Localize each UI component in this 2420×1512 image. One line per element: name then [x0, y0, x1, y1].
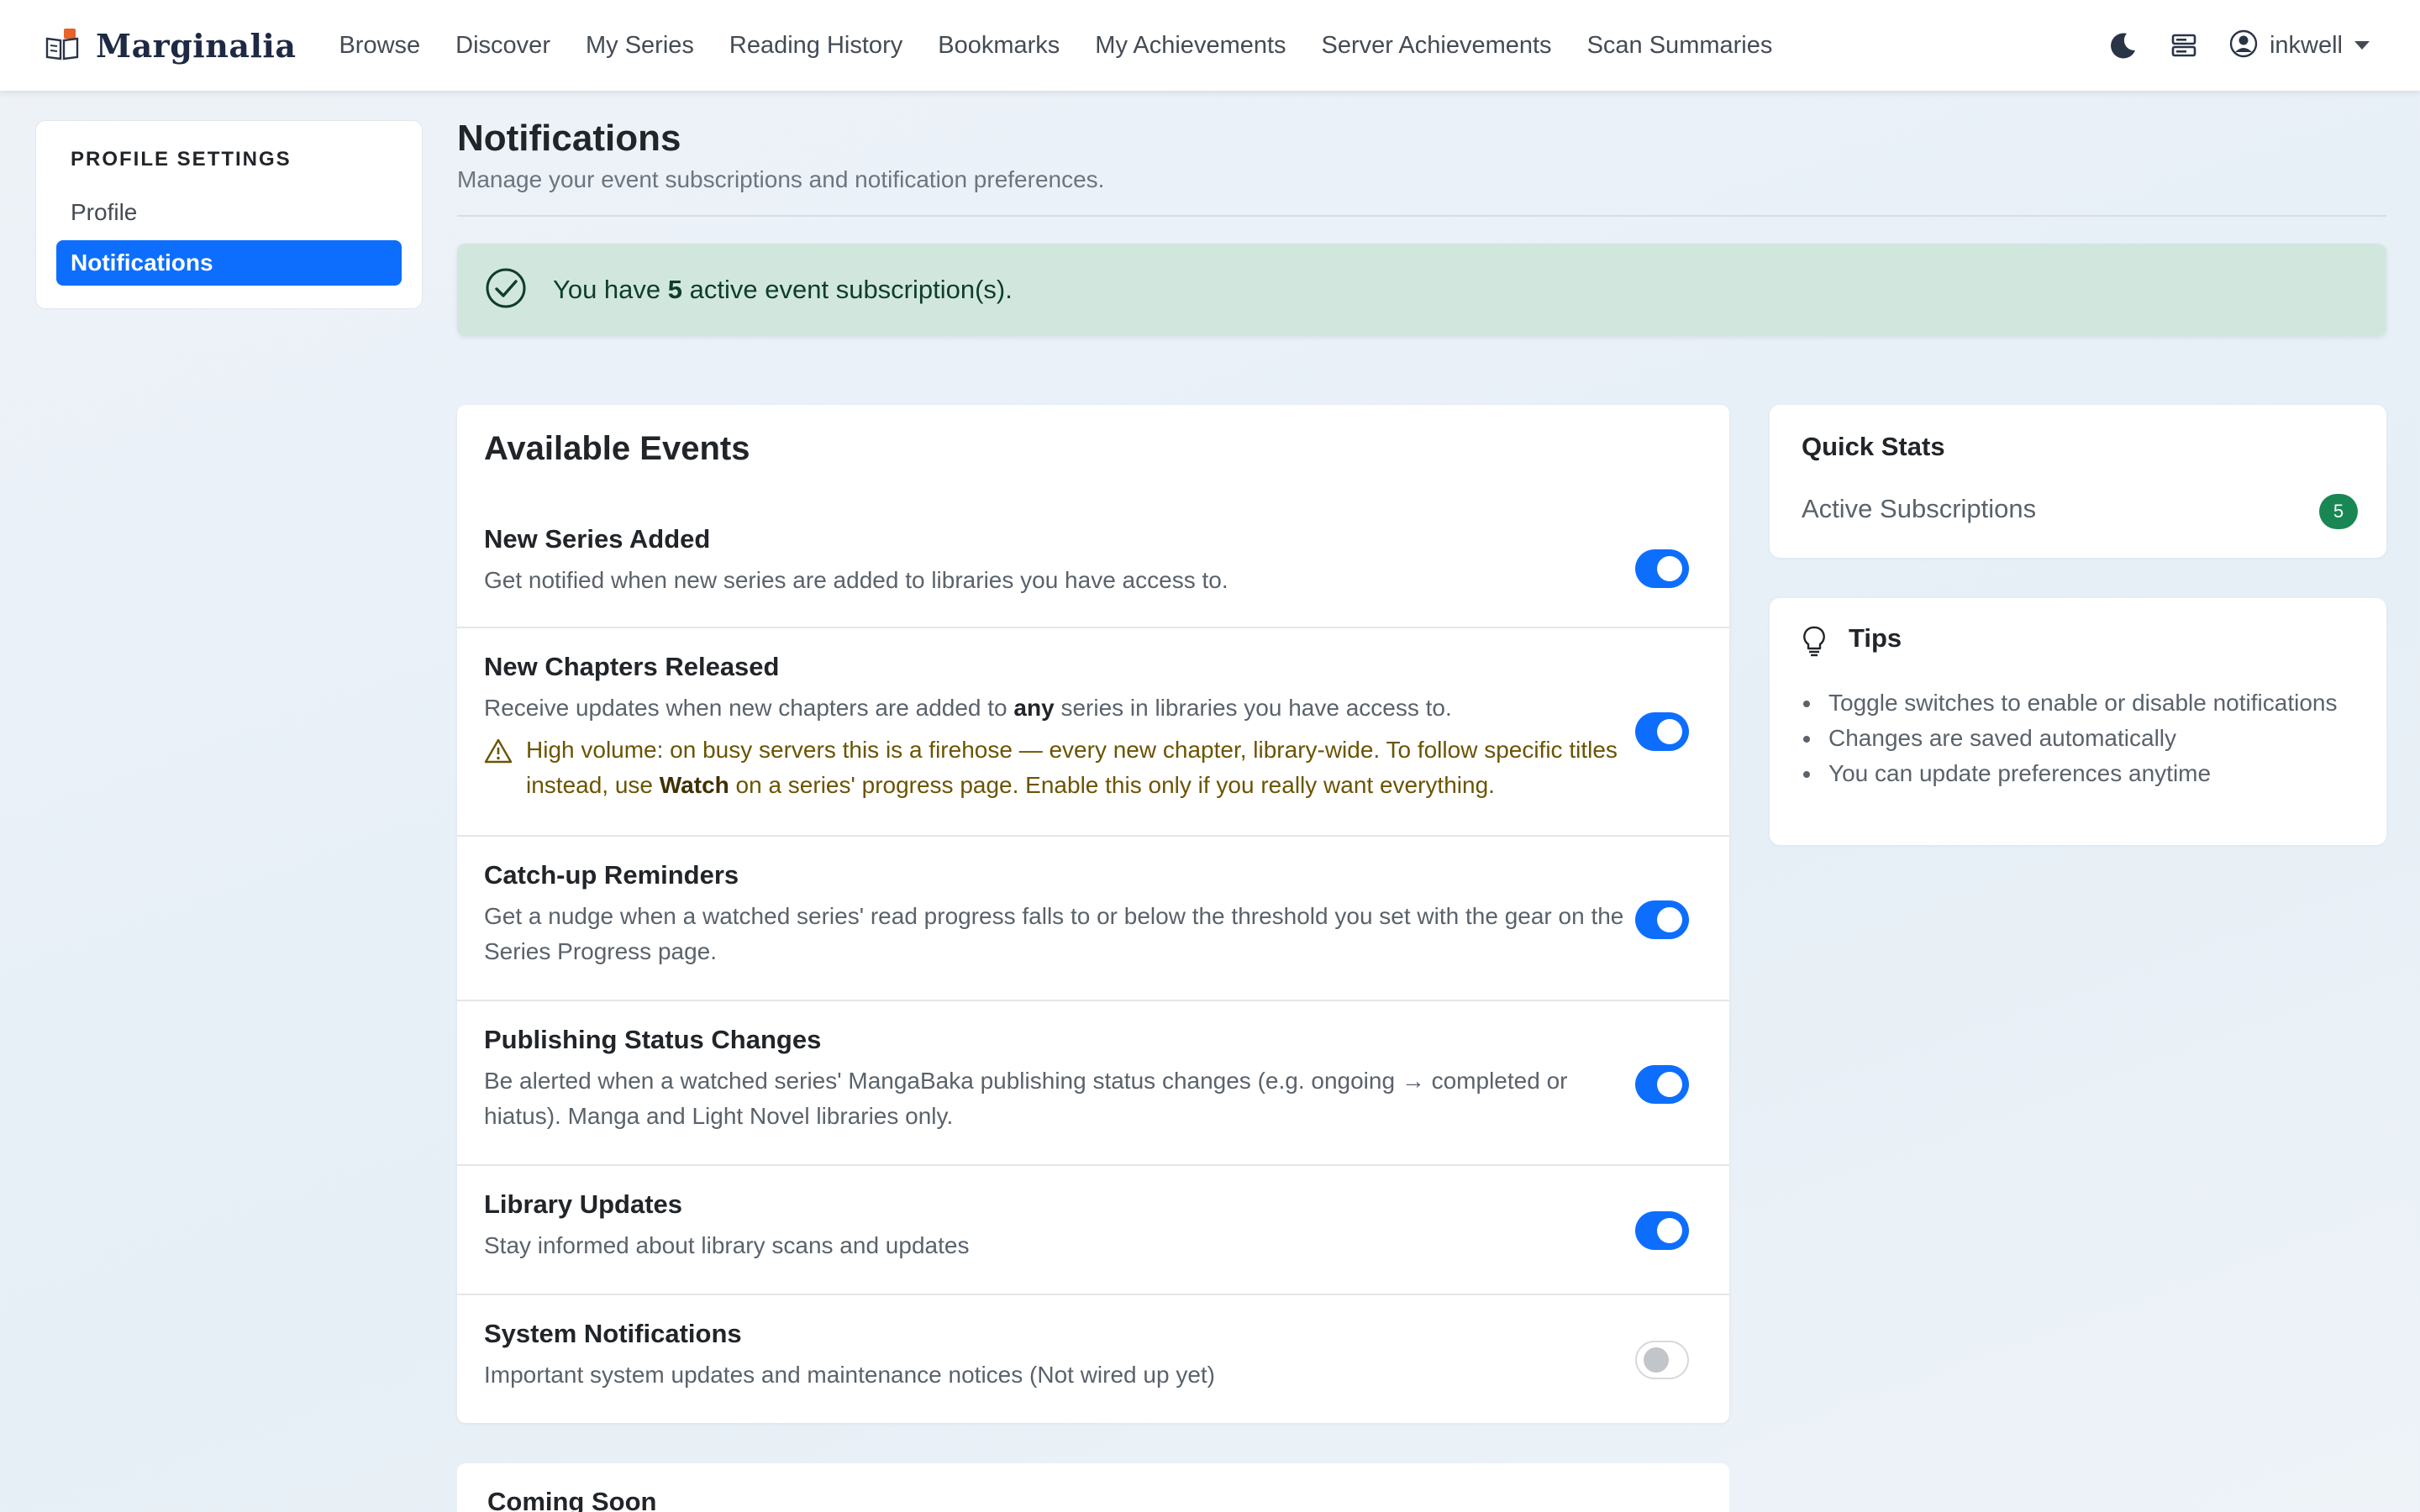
available-events-card: Available Events New Series Added Get no… — [457, 405, 1729, 1423]
profile-settings-sidebar: PROFILE SETTINGS Profile Notifications — [35, 120, 423, 309]
sidebar-title: PROFILE SETTINGS — [71, 148, 292, 171]
moon-icon[interactable] — [2108, 30, 2139, 60]
event-description: Receive updates when new chapters are ad… — [484, 695, 1452, 721]
event-description: Stay informed about library scans and up… — [484, 1232, 970, 1258]
warning-text: High volume: on busy servers this is a f… — [526, 737, 1618, 798]
nav-link-bookmarks[interactable]: Bookmarks — [938, 32, 1060, 60]
sidebar-item-profile[interactable]: Profile — [56, 190, 402, 235]
server-icon[interactable] — [2170, 32, 2197, 59]
check-circle-icon — [484, 266, 528, 314]
nav-link-discover[interactable]: Discover — [455, 32, 550, 60]
nav-link-my-series[interactable]: My Series — [586, 32, 694, 60]
subscription-alert: You have 5 active event subscription(s). — [457, 244, 2386, 336]
toggle-system-notifications[interactable] — [1635, 1341, 1689, 1379]
toggle-new-series-added[interactable] — [1635, 549, 1689, 588]
toggle-library-updates[interactable] — [1635, 1211, 1689, 1250]
tips-title: Tips — [1849, 623, 1902, 653]
book-icon — [44, 27, 81, 64]
event-new-series-added: New Series Added Get notified when new s… — [457, 506, 1729, 632]
coming-soon-title: Coming Soon — [487, 1487, 657, 1512]
event-publishing-status-changes: Publishing Status Changes Be alerted whe… — [457, 1000, 1729, 1166]
alert-count: 5 — [667, 275, 683, 304]
nav-link-server-achievements[interactable]: Server Achievements — [1322, 32, 1552, 60]
nav-link-reading-history[interactable]: Reading History — [729, 32, 902, 60]
user-circle-icon — [2229, 29, 2258, 62]
event-catch-up-reminders: Catch-up Reminders Get a nudge when a wa… — [457, 835, 1729, 1001]
events-title: Available Events — [484, 430, 750, 467]
tips-list: Toggle switches to enable or disable not… — [1802, 685, 2337, 791]
event-title: Library Updates — [484, 1189, 683, 1219]
page-header: Notifications Manage your event subscrip… — [457, 118, 2386, 193]
nav-link-my-achievements[interactable]: My Achievements — [1095, 32, 1286, 60]
event-title: System Notifications — [484, 1319, 742, 1348]
event-title: New Series Added — [484, 524, 711, 554]
top-navbar: Marginalia Browse Discover My Series Rea… — [0, 0, 2420, 91]
tips-card: Tips Toggle switches to enable or disabl… — [1770, 598, 2386, 845]
lightbulb-icon — [1800, 625, 1828, 663]
active-subscriptions-label: Active Subscriptions — [1802, 494, 2037, 523]
page-subtitle: Manage your event subscriptions and noti… — [457, 166, 1105, 192]
event-system-notifications: System Notifications Important system up… — [457, 1294, 1729, 1423]
nav-right: inkwell — [2076, 0, 2370, 91]
high-volume-warning: High volume: on busy servers this is a f… — [484, 732, 1660, 803]
event-description: Get a nudge when a watched series' read … — [484, 903, 1624, 964]
quick-stats-title: Quick Stats — [1802, 432, 1945, 461]
toggle-new-chapters-released[interactable] — [1635, 712, 1689, 751]
tip-item: Changes are saved automatically — [1802, 721, 2337, 756]
event-title: Catch-up Reminders — [484, 860, 739, 890]
active-subscriptions-badge: 5 — [2319, 494, 2358, 529]
event-new-chapters-released: New Chapters Released Receive updates wh… — [457, 627, 1729, 837]
user-menu[interactable]: inkwell — [2229, 29, 2370, 62]
event-description: Get notified when new series are added t… — [484, 567, 1228, 593]
tip-item: Toggle switches to enable or disable not… — [1802, 685, 2337, 721]
quick-stats-card: Quick Stats Active Subscriptions — [1770, 405, 2386, 558]
page-title: Notifications — [457, 118, 681, 159]
alert-text: You have 5 active event subscription(s). — [553, 275, 1013, 304]
nav-link-scan-summaries[interactable]: Scan Summaries — [1587, 32, 1773, 60]
sidebar-item-notifications[interactable]: Notifications — [56, 240, 402, 286]
coming-soon-card: Coming Soon — [457, 1463, 1729, 1512]
warning-triangle-icon — [484, 738, 513, 803]
toggle-catch-up-reminders[interactable] — [1635, 900, 1689, 939]
tip-item: You can update preferences anytime — [1802, 756, 2337, 791]
event-library-updates: Library Updates Stay informed about libr… — [457, 1164, 1729, 1295]
event-title: New Chapters Released — [484, 652, 780, 681]
event-title: Publishing Status Changes — [484, 1025, 822, 1054]
nav-links: Browse Discover My Series Reading Histor… — [321, 32, 1790, 60]
brand[interactable]: Marginalia — [44, 27, 296, 65]
event-description: Important system updates and maintenance… — [484, 1362, 1215, 1388]
toggle-publishing-status-changes[interactable] — [1635, 1065, 1689, 1104]
chevron-down-icon — [2354, 41, 2370, 50]
brand-name: Marginalia — [96, 26, 297, 65]
nav-link-browse[interactable]: Browse — [339, 32, 420, 60]
header-divider — [457, 215, 2386, 217]
event-description: Be alerted when a watched series' MangaB… — [484, 1068, 1568, 1129]
username: inkwell — [2269, 31, 2343, 59]
